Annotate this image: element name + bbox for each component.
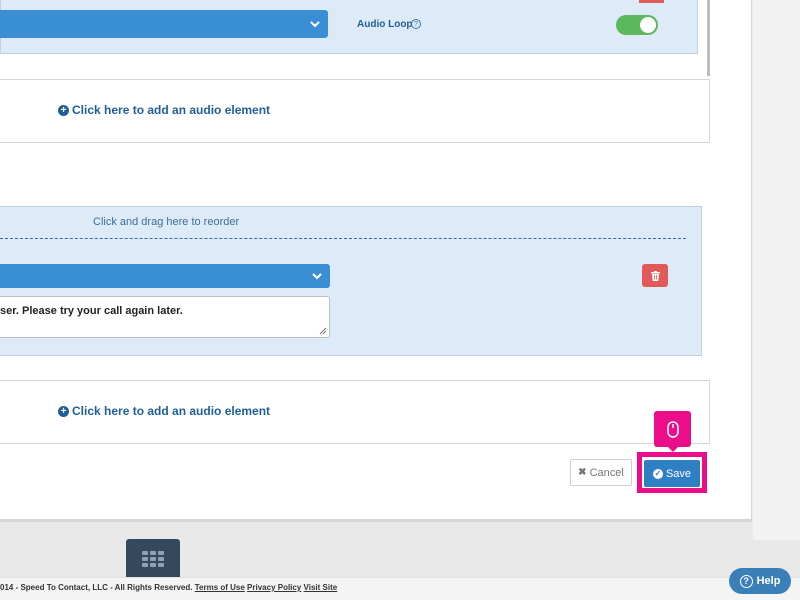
save-label: Save <box>665 467 692 480</box>
copyright-text: 014 - Speed To Contact, LLC - All Rights… <box>0 583 193 592</box>
terms-link[interactable]: Terms of Use <box>195 583 245 592</box>
add-audio-label: Click here to add an audio element <box>72 103 271 117</box>
drag-divider <box>0 238 686 239</box>
x-icon: ✖ <box>578 467 587 478</box>
grid-icon <box>142 551 164 567</box>
message-textarea[interactable]: ser. Please try your call again later. <box>0 296 330 338</box>
scrollbar[interactable] <box>707 0 710 76</box>
click-indicator-arrow <box>667 446 679 452</box>
check-circle-icon: ✓ <box>652 468 663 479</box>
cancel-button[interactable]: ✖ Cancel <box>570 459 632 486</box>
audio-loop-label: Audio Loop <box>357 19 413 30</box>
add-audio-link[interactable]: + Click here to add an audio element <box>58 103 270 117</box>
chevron-down-icon <box>312 273 322 280</box>
audio-type-select[interactable] <box>0 264 330 288</box>
textarea-value: ser. Please try your call again later. <box>0 305 183 317</box>
trash-icon <box>650 270 660 281</box>
cancel-label: Cancel <box>589 466 624 479</box>
help-label: Help <box>756 575 781 587</box>
question-circle-icon: ? <box>739 574 753 588</box>
apps-menu-tab[interactable] <box>126 539 180 579</box>
add-audio-link[interactable]: + Click here to add an audio element <box>58 404 270 418</box>
privacy-link[interactable]: Privacy Policy <box>247 583 301 592</box>
chevron-down-icon <box>310 21 320 28</box>
add-audio-box: + Click here to add an audio element <box>0 380 710 444</box>
click-indicator <box>654 411 691 447</box>
delete-button-edge[interactable] <box>639 0 664 3</box>
mouse-icon <box>666 420 679 438</box>
add-audio-box: + Click here to add an audio element <box>0 79 710 143</box>
visit-site-link[interactable]: Visit Site <box>304 583 338 592</box>
resize-grip-icon[interactable] <box>319 327 327 335</box>
drag-handle[interactable]: Click and drag here to reorder <box>93 216 239 228</box>
delete-button[interactable] <box>642 264 668 287</box>
plus-circle-icon: + <box>58 104 69 116</box>
help-button[interactable]: ? Help <box>729 568 791 594</box>
save-button[interactable]: ✓ Save <box>644 460 700 487</box>
page-gutter <box>753 0 800 540</box>
audio-loop-toggle[interactable] <box>616 15 658 35</box>
help-icon[interactable]: ? <box>411 19 421 29</box>
add-audio-label: Click here to add an audio element <box>72 404 271 418</box>
toggle-knob <box>640 17 656 33</box>
audio-type-select[interactable] <box>0 10 328 38</box>
footer-text: 014 - Speed To Contact, LLC - All Rights… <box>0 583 337 592</box>
plus-circle-icon: + <box>58 405 69 417</box>
